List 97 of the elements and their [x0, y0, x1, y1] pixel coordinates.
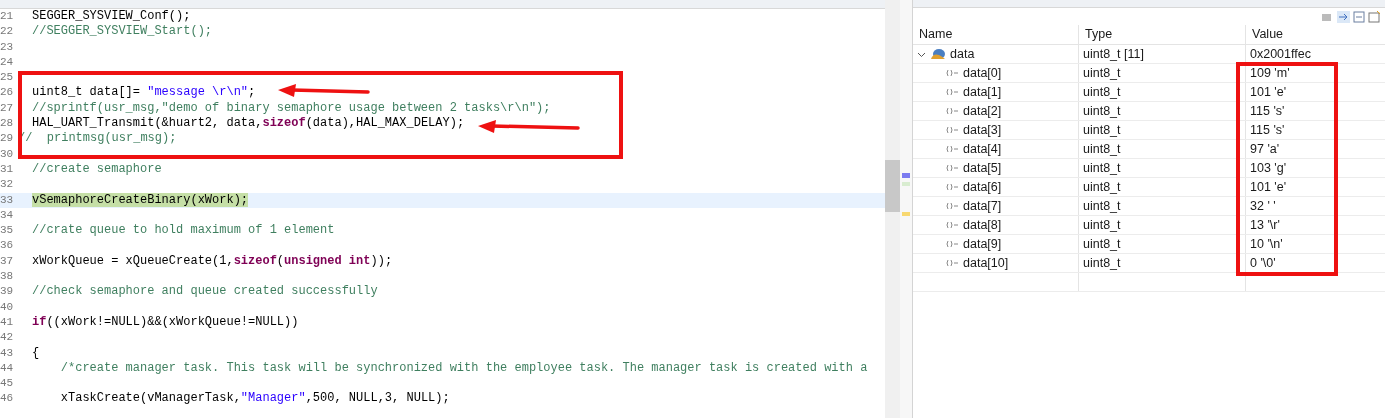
variable-icon: [945, 88, 959, 96]
variable-icon: [945, 126, 959, 134]
variable-value: 103 'g': [1250, 159, 1287, 177]
code-line: SEGGER_SYSVIEW_Conf();: [32, 9, 191, 23]
code-line: //crate queue to hold maximum of 1 element: [32, 223, 335, 238]
variable-type: uint8_t: [1083, 235, 1121, 253]
variable-type: uint8_t: [1083, 140, 1121, 158]
line-number: 41: [0, 314, 15, 330]
array-icon: [930, 48, 946, 60]
variable-type: uint8_t: [1083, 83, 1121, 101]
variable-name: data[6]: [963, 178, 1002, 196]
line-number: 43: [0, 345, 15, 361]
line-number: 31: [0, 161, 15, 177]
line-number: 21: [0, 9, 15, 24]
line-number: 28: [0, 116, 15, 132]
code-line: if((xWork!=NULL)&&(xWorkQueue!=NULL)): [32, 314, 299, 329]
code-line: //check semaphore and queue created successfully: [32, 284, 378, 299]
variable-type: uint8_t: [1083, 121, 1121, 139]
line-number: 37: [0, 253, 15, 269]
variable-icon: [945, 202, 959, 210]
code-line: //SEGGER_SYSVIEW_Start();: [32, 24, 213, 39]
line-number: 32: [0, 177, 15, 193]
code-line: uint8_t data[]= "message \r\n";: [32, 85, 256, 100]
variable-type: uint8_t: [1083, 102, 1121, 120]
line-number: 25: [0, 70, 15, 86]
marker-icon: [902, 212, 910, 216]
variable-value: 115 's': [1250, 121, 1285, 139]
line-number: 39: [0, 284, 15, 300]
variable-name: data[7]: [963, 197, 1002, 215]
line-number: 42: [0, 330, 15, 346]
marker-icon: [902, 182, 910, 186]
line-number: 36: [0, 238, 15, 254]
variable-name: data[1]: [963, 83, 1002, 101]
column-header[interactable]: Value: [1246, 25, 1385, 44]
line-number: 38: [0, 269, 15, 285]
variable-type: uint8_t: [1083, 178, 1121, 196]
variable-type: uint8_t [11]: [1083, 45, 1144, 63]
line-number: 44: [0, 360, 15, 376]
variable-value: 97 'a': [1250, 140, 1280, 158]
variable-icon: [945, 183, 959, 191]
line-number: 30: [0, 146, 15, 162]
scrollbar-thumb[interactable]: [885, 160, 900, 212]
line-number: 23: [0, 39, 15, 55]
variable-type: uint8_t: [1083, 216, 1121, 234]
code-line: {: [32, 345, 40, 360]
variable-value: 13 '\r': [1250, 216, 1280, 234]
variable-value: 0x2001ffec: [1250, 45, 1311, 63]
variable-icon: [945, 221, 959, 229]
variable-icon: [945, 145, 959, 153]
line-number: 34: [0, 207, 15, 223]
line-number: 27: [0, 100, 15, 116]
line-number: 40: [0, 299, 15, 315]
variable-value: 32 ' ': [1250, 197, 1276, 215]
variable-type: uint8_t: [1083, 64, 1121, 82]
variable-value: 0 '\0': [1250, 254, 1276, 272]
variable-value: 115 's': [1250, 102, 1285, 120]
variable-value: 101 'e': [1250, 178, 1287, 196]
column-header[interactable]: Type: [1079, 25, 1246, 44]
variable-icon: [945, 164, 959, 172]
variable-name: data[9]: [963, 235, 1002, 253]
variable-value: 109 'm': [1250, 64, 1290, 82]
line-number: 46: [0, 391, 15, 407]
variable-type: uint8_t: [1083, 159, 1121, 177]
line-number: 24: [0, 54, 15, 70]
code-line: HAL_UART_Transmit(&huart2, data,sizeof(data),HAL_MAX_DELAY);: [32, 116, 465, 131]
line-number: 45: [0, 376, 15, 392]
marker-icon: [902, 173, 910, 178]
variable-name: data: [950, 45, 975, 63]
collapse-icon[interactable]: [1353, 10, 1365, 23]
variable-name: data[3]: [963, 121, 1002, 139]
variable-icon: [945, 69, 959, 77]
line-number: 26: [0, 85, 15, 101]
variable-icon: [945, 107, 959, 115]
variable-icon: [945, 240, 959, 248]
variable-name: data[0]: [963, 64, 1002, 82]
variable-type: uint8_t: [1083, 197, 1121, 215]
code-line: //sprintf(usr_msg,"demo of binary semaphore usage between 2 tasks\r\n");: [32, 100, 551, 115]
column-header[interactable]: Name: [913, 25, 1079, 44]
variable-name: data[5]: [963, 159, 1002, 177]
variable-value: 101 'e': [1250, 83, 1287, 101]
code-line: /*create manager task. This task will be synchronized with the employee task. The manager task is created with a: [59, 360, 868, 375]
code-line: //create semaphore: [32, 161, 162, 176]
code-line: xTaskCreate(vManagerTask,"Manager",500, NULL,3, NULL);: [59, 391, 450, 406]
code-line: xWorkQueue = xQueueCreate(1,sizeof(unsigned int));: [32, 253, 393, 268]
variable-name: data[8]: [963, 216, 1002, 234]
line-number: 29: [0, 131, 15, 147]
variable-name: data[10]: [963, 254, 1009, 272]
menu-icon[interactable]: [1368, 10, 1381, 23]
variable-name: data[4]: [963, 140, 1002, 158]
line-number: 33: [0, 192, 15, 208]
variable-icon: [945, 259, 959, 267]
line-number: 35: [0, 223, 15, 239]
variable-name: data[2]: [963, 102, 1002, 120]
variable-value: 10 '\n': [1250, 235, 1283, 253]
variable-type: uint8_t: [1083, 254, 1121, 272]
line-number: 22: [0, 24, 15, 40]
toolbar-icon[interactable]: [1337, 10, 1350, 23]
